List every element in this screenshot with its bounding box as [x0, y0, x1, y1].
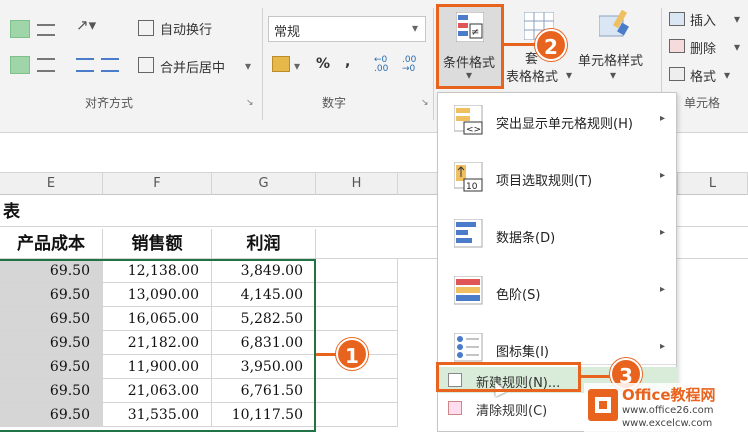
- orientation-icon[interactable]: ↗▾: [76, 16, 96, 34]
- alignment-launcher-icon[interactable]: ↘: [246, 98, 254, 108]
- chevron-down-icon[interactable]: ▾: [734, 40, 740, 54]
- cell-style-icon[interactable]: [598, 9, 631, 40]
- delete-button[interactable]: 删除: [690, 38, 716, 57]
- number-launcher-icon[interactable]: ↘: [421, 98, 429, 108]
- icon-sets-icon: [453, 332, 484, 363]
- watermark: Office教程网 www.office26.com www.excelcw.c…: [584, 383, 748, 432]
- separator: [433, 8, 434, 120]
- screenshot: ↗▾ 自动换行 合并后居中 ▾ 对齐方式 ↘ 常规 ▾ ▾ % , ←0 .00…: [0, 0, 748, 432]
- chevron-down-icon: ▾: [566, 68, 573, 82]
- align-middle-icon[interactable]: [37, 24, 55, 36]
- currency-icon[interactable]: [272, 56, 290, 72]
- cell-empty[interactable]: [316, 307, 398, 331]
- menu-item-data-bars[interactable]: 数据条(D) ▸: [438, 207, 678, 264]
- column-header-f[interactable]: F: [103, 173, 212, 195]
- wrap-text-button[interactable]: 自动换行: [160, 19, 212, 38]
- column-header-e[interactable]: E: [0, 173, 103, 195]
- watermark-brand: Office教程网: [622, 386, 716, 404]
- callout-line-2: [504, 43, 538, 46]
- data-bars-icon: [453, 218, 484, 249]
- sheet-title-fragment: 表: [3, 202, 20, 222]
- column-header-g[interactable]: G: [212, 173, 316, 195]
- align-left-icon[interactable]: [10, 56, 30, 74]
- callout-highlight-box: [436, 362, 581, 392]
- cell-empty[interactable]: [316, 283, 398, 307]
- menu-item-color-scales[interactable]: 色阶(S) ▸: [438, 264, 678, 321]
- top-bottom-rules-icon: 10: [453, 161, 484, 192]
- callout-badge-1: 1: [336, 338, 368, 370]
- align-center-icon[interactable]: [37, 58, 55, 72]
- chevron-down-icon: ▾: [412, 21, 419, 35]
- percent-button[interactable]: %: [316, 56, 330, 72]
- number-group-label: 数字: [322, 96, 347, 110]
- increase-decimal-button[interactable]: ←0 .00: [374, 56, 394, 74]
- submenu-arrow-icon: ▸: [660, 170, 666, 181]
- column-header-h[interactable]: H: [316, 173, 398, 195]
- column-header-l[interactable]: L: [678, 173, 748, 195]
- format-icon[interactable]: [669, 67, 685, 81]
- clear-rules-icon: [448, 401, 462, 415]
- watermark-url-2: www.excelcw.com: [622, 418, 713, 429]
- comma-button[interactable]: ,: [345, 54, 350, 70]
- cell-empty[interactable]: [316, 379, 398, 403]
- align-top-icon[interactable]: [10, 20, 30, 38]
- submenu-arrow-icon: ▸: [660, 284, 666, 295]
- header-profit: 利润: [212, 229, 316, 259]
- separator: [262, 8, 263, 120]
- clear-rules-label: 清除规则(C): [476, 404, 548, 419]
- submenu-arrow-icon: ▸: [660, 227, 666, 238]
- selection-border: [0, 259, 316, 432]
- cell-style-label[interactable]: 单元格样式: [578, 50, 643, 69]
- merge-center-button[interactable]: 合并后居中: [160, 57, 225, 76]
- currency-dropdown-icon[interactable]: ▾: [294, 59, 300, 73]
- chevron-down-icon[interactable]: ▾: [724, 68, 730, 82]
- menu-item-highlight-rules[interactable]: <> 突出显示单元格规则(H) ▸: [438, 93, 678, 150]
- svg-text:10: 10: [466, 182, 478, 192]
- header-sales: 销售额: [103, 229, 212, 259]
- callout-highlight-box: [436, 4, 504, 89]
- alignment-group-label: 对齐方式: [85, 96, 134, 110]
- svg-text:<>: <>: [466, 125, 481, 135]
- cell-empty[interactable]: [316, 259, 398, 283]
- callout-line-3: [581, 375, 613, 378]
- cells-group-label: 单元格: [684, 96, 721, 110]
- indent-increase-icon[interactable]: [101, 58, 119, 72]
- submenu-arrow-icon: ▸: [660, 341, 666, 352]
- submenu-arrow-icon: ▸: [660, 113, 666, 124]
- cell-empty[interactable]: [316, 403, 398, 427]
- highlight-rules-icon: <>: [453, 104, 484, 135]
- table-format-label[interactable]: 表格格式: [506, 66, 558, 85]
- header-product-cost: 产品成本: [0, 229, 103, 259]
- decrease-decimal-button[interactable]: .00 →0: [402, 56, 422, 74]
- indent-decrease-icon[interactable]: [76, 58, 94, 72]
- delete-icon[interactable]: [669, 39, 685, 53]
- merge-center-icon[interactable]: [138, 57, 154, 73]
- merge-dropdown-icon[interactable]: ▾: [245, 59, 251, 73]
- insert-button[interactable]: 插入: [690, 10, 716, 29]
- office-logo-icon: [588, 389, 618, 421]
- watermark-url-1: www.office26.com: [622, 405, 714, 416]
- format-button[interactable]: 格式: [690, 66, 716, 85]
- color-scales-icon: [453, 275, 484, 306]
- callout-badge-2: 2: [535, 29, 567, 61]
- wrap-text-icon[interactable]: [138, 20, 154, 36]
- chevron-down-icon: ▾: [610, 68, 617, 82]
- number-format-value: 常规: [274, 25, 301, 40]
- menu-item-top-bottom-rules[interactable]: 10 项目选取规则(T) ▸: [438, 150, 678, 207]
- insert-icon[interactable]: [669, 12, 685, 26]
- number-format-select[interactable]: 常规 ▾: [268, 16, 426, 42]
- chevron-down-icon[interactable]: ▾: [734, 12, 740, 26]
